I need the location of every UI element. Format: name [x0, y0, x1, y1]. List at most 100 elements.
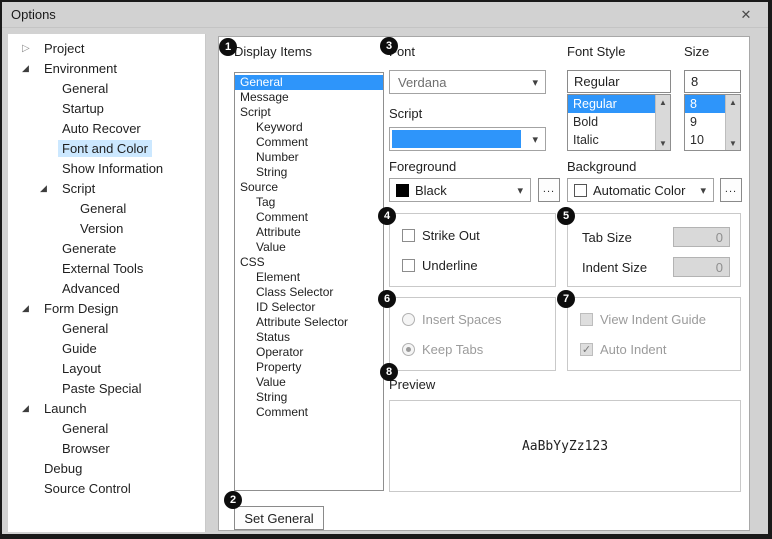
tree-item[interactable]: Source Control [8, 478, 205, 498]
display-item[interactable]: Number [235, 150, 383, 165]
scroll-up-icon[interactable]: ▲ [659, 95, 667, 109]
font-family-combo[interactable]: Verdana ▾ [389, 70, 546, 94]
tree-item[interactable]: Auto Recover [8, 118, 205, 138]
tree-item[interactable]: Startup [8, 98, 205, 118]
radio-selected-icon[interactable] [402, 343, 415, 356]
display-item[interactable]: Comment [235, 210, 383, 225]
tree-item-label: Environment [40, 60, 121, 77]
tree-item[interactable]: Advanced [8, 278, 205, 298]
keep-tabs-radio[interactable]: Keep Tabs [402, 342, 483, 357]
set-general-button[interactable]: Set General [234, 506, 324, 530]
tree-item[interactable]: Browser [8, 438, 205, 458]
display-item[interactable]: Attribute Selector [235, 315, 383, 330]
background-color-combo[interactable]: Automatic Color ▾ [567, 178, 714, 202]
display-item[interactable]: Comment [235, 405, 383, 420]
display-item[interactable]: Element [235, 270, 383, 285]
checkbox-icon[interactable] [402, 229, 415, 242]
tree-item[interactable]: ◢Form Design [8, 298, 205, 318]
scroll-up-icon[interactable]: ▲ [729, 95, 737, 109]
tree-item[interactable]: ▷Project [8, 38, 205, 58]
option-item[interactable]: Bold [568, 113, 655, 131]
tree-expanded-icon[interactable]: ◢ [20, 403, 40, 414]
tree-expanded-icon[interactable]: ◢ [38, 183, 58, 194]
display-item[interactable]: Status [235, 330, 383, 345]
tree-item[interactable]: Version [8, 218, 205, 238]
font-size-input[interactable] [684, 70, 741, 93]
font-size-scrollbar[interactable]: ▲ ▼ [725, 95, 740, 150]
display-item[interactable]: Value [235, 375, 383, 390]
tree-expanded-icon[interactable]: ◢ [20, 303, 40, 314]
scroll-down-icon[interactable]: ▼ [659, 136, 667, 150]
font-style-input[interactable] [567, 70, 671, 93]
display-item[interactable]: Value [235, 240, 383, 255]
underline-checkbox[interactable]: Underline [402, 258, 478, 273]
font-size-list[interactable]: 8910 ▲ ▼ [684, 94, 741, 151]
tree-item[interactable]: Font and Color [8, 138, 205, 158]
callout-8: 8 [380, 363, 398, 381]
display-item[interactable]: Source [235, 180, 383, 195]
tree-item[interactable]: Generate [8, 238, 205, 258]
background-more-button[interactable]: ... [720, 178, 742, 202]
tab-size-input[interactable] [673, 227, 730, 247]
background-color-value: Automatic Color [587, 183, 685, 198]
script-combo[interactable]: ▾ [389, 127, 546, 151]
tree-item[interactable]: General [8, 198, 205, 218]
display-item[interactable]: Message [235, 90, 383, 105]
underline-label: Underline [422, 258, 478, 273]
scroll-down-icon[interactable]: ▼ [729, 136, 737, 150]
checkbox-icon[interactable] [402, 259, 415, 272]
tree-item[interactable]: General [8, 78, 205, 98]
display-item[interactable]: Class Selector [235, 285, 383, 300]
tree-item[interactable]: General [8, 418, 205, 438]
display-item[interactable]: Operator [235, 345, 383, 360]
font-style-list[interactable]: RegularBoldItalic ▲ ▼ [567, 94, 671, 151]
option-item[interactable]: 10 [685, 131, 725, 149]
tree-item[interactable]: ◢Launch [8, 398, 205, 418]
option-item[interactable]: 9 [685, 113, 725, 131]
font-style-scrollbar[interactable]: ▲ ▼ [655, 95, 670, 150]
foreground-color-combo[interactable]: Black ▾ [389, 178, 531, 202]
tree-item[interactable]: Show Information [8, 158, 205, 178]
display-item[interactable]: ID Selector [235, 300, 383, 315]
tree-expanded-icon[interactable]: ◢ [20, 63, 40, 74]
display-item[interactable]: CSS [235, 255, 383, 270]
tree-item[interactable]: ◢Environment [8, 58, 205, 78]
tree-item[interactable]: ◢Script [8, 178, 205, 198]
display-item[interactable]: String [235, 165, 383, 180]
foreground-more-button[interactable]: ... [538, 178, 560, 202]
tree-item-label: Script [58, 180, 99, 197]
tree-collapsed-icon[interactable]: ▷ [20, 43, 40, 54]
checkbox-checked-icon[interactable]: ✓ [580, 343, 593, 356]
tree-item[interactable]: Guide [8, 338, 205, 358]
display-item[interactable]: Property [235, 360, 383, 375]
view-indent-guide-checkbox[interactable]: View Indent Guide [580, 312, 706, 327]
tree-item-label: Debug [40, 460, 86, 477]
tree-item-label: Launch [40, 400, 91, 417]
background-color-swatch [574, 184, 587, 197]
tree-item[interactable]: Layout [8, 358, 205, 378]
display-item[interactable]: Script [235, 105, 383, 120]
background-label: Background [567, 159, 636, 174]
tree-item[interactable]: General [8, 318, 205, 338]
display-item[interactable]: Tag [235, 195, 383, 210]
indent-size-input[interactable] [673, 257, 730, 277]
checkbox-icon[interactable] [580, 313, 593, 326]
display-item[interactable]: Keyword [235, 120, 383, 135]
tree-item[interactable]: Debug [8, 458, 205, 478]
insert-spaces-label: Insert Spaces [422, 312, 502, 327]
radio-icon[interactable] [402, 313, 415, 326]
strike-out-checkbox[interactable]: Strike Out [402, 228, 480, 243]
option-item[interactable]: Regular [568, 95, 655, 113]
insert-spaces-radio[interactable]: Insert Spaces [402, 312, 502, 327]
tree-item[interactable]: Paste Special [8, 378, 205, 398]
display-item[interactable]: Attribute [235, 225, 383, 240]
display-items-list[interactable]: GeneralMessageScriptKeywordCommentNumber… [234, 72, 384, 491]
option-item[interactable]: 8 [685, 95, 725, 113]
display-item[interactable]: String [235, 390, 383, 405]
display-item[interactable]: Comment [235, 135, 383, 150]
auto-indent-checkbox[interactable]: ✓ Auto Indent [580, 342, 667, 357]
close-icon[interactable]: ✕ [736, 6, 756, 24]
display-item[interactable]: General [235, 75, 383, 90]
option-item[interactable]: Italic [568, 131, 655, 149]
tree-item[interactable]: External Tools [8, 258, 205, 278]
